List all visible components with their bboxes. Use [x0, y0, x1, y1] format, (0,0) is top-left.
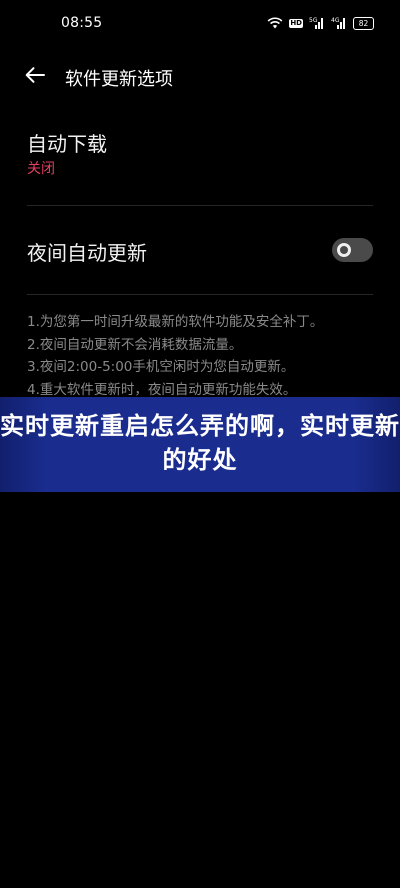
- note-item: 2.夜间自动更新不会消耗数据流量。: [27, 336, 243, 353]
- hd-icon: HD: [289, 18, 303, 28]
- note-item: 1.为您第一时间升级最新的软件功能及安全补丁。: [27, 314, 324, 330]
- note-item: 3.夜间2:00-5:00手机空闲时为您自动更新。: [27, 359, 295, 375]
- night-update-toggle[interactable]: [332, 238, 373, 262]
- night-update-label: 夜间自动更新: [27, 241, 147, 265]
- auto-download-setting[interactable]: 自动下载 关闭: [0, 118, 400, 204]
- svg-text:4G: 4G: [331, 17, 340, 24]
- status-time: 08:55: [61, 15, 103, 31]
- toggle-knob: [337, 243, 351, 257]
- overlay-headline: 实时更新重启怎么弄的啊，实时更新的好处: [0, 412, 400, 474]
- battery-icon: 82: [353, 16, 374, 30]
- overlay-banner: 实时更新重启怎么弄的啊，实时更新的好处: [0, 397, 400, 492]
- auto-download-value: 关闭: [27, 161, 55, 177]
- back-button[interactable]: [20, 63, 50, 91]
- app-header: 软件更新选项: [0, 52, 400, 102]
- signal-5g-icon: 5G: [309, 14, 325, 33]
- svg-text:5G: 5G: [309, 17, 318, 24]
- divider: [27, 294, 373, 295]
- auto-download-label: 自动下载: [27, 132, 107, 156]
- notes-list: 1.为您第一时间升级最新的软件功能及安全补丁。 2.夜间自动更新不会消耗数据流量…: [27, 311, 377, 401]
- status-icons: HD 5G 4G 82: [267, 16, 374, 30]
- page-title: 软件更新选项: [65, 69, 173, 90]
- status-bar: 08:55 HD 5G 4G 82: [0, 0, 400, 48]
- night-update-setting: 夜间自动更新: [0, 206, 400, 294]
- wifi-icon: [267, 14, 283, 33]
- arrow-left-icon: [24, 66, 46, 88]
- signal-4g-icon: 4G: [331, 14, 347, 33]
